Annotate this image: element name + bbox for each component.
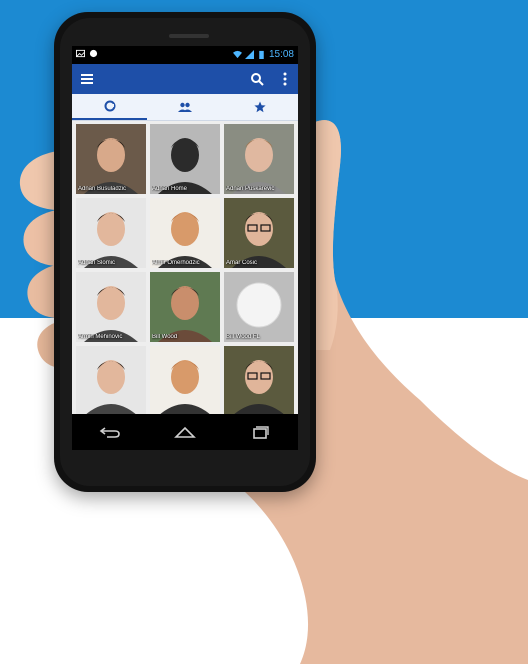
people-icon <box>177 102 192 112</box>
contact-photo <box>224 124 294 194</box>
status-right: 15:08 <box>232 49 294 60</box>
search-icon[interactable] <box>250 72 264 86</box>
tab-favorites[interactable] <box>222 94 297 120</box>
contact-tile[interactable]: Bill Wood FL <box>224 272 294 342</box>
contact-photo <box>76 124 146 194</box>
contact-photo <box>224 346 294 416</box>
recents-button[interactable] <box>247 423 273 441</box>
contact-name: Adnan Home <box>152 186 188 192</box>
contact-photo <box>76 272 146 342</box>
contact-photo <box>150 272 220 342</box>
home-icon <box>174 426 196 438</box>
status-time: 15:08 <box>268 49 294 60</box>
contact-tile[interactable]: Adnan Busuladzic <box>76 124 146 194</box>
speaker-grill <box>169 34 209 38</box>
contact-tile[interactable]: Adnan Slomic <box>76 198 146 268</box>
contact-photo <box>224 198 294 268</box>
wifi-icon <box>232 50 242 59</box>
menu-icon[interactable] <box>80 72 94 86</box>
contact-name: Bill Wood FL <box>226 334 260 340</box>
status-bar: 15:08 <box>72 46 298 64</box>
battery-icon <box>259 50 264 59</box>
contact-tile[interactable] <box>76 346 146 416</box>
signal-icon <box>244 50 254 59</box>
image-notification-icon <box>76 49 85 58</box>
tab-people[interactable] <box>147 94 222 120</box>
contact-photo <box>224 272 294 342</box>
status-left <box>76 49 98 58</box>
contact-name: Adnan Slomic <box>78 260 116 266</box>
back-icon <box>99 427 120 438</box>
star-icon <box>253 101 266 113</box>
tab-recent[interactable] <box>72 94 147 120</box>
phone-screen: 15:08 Adnan Busuladzic Adnan Home Adnan Pu… <box>72 46 298 450</box>
contact-tile[interactable]: Almir Omerhodzic <box>150 198 220 268</box>
home-button[interactable] <box>172 423 198 441</box>
contact-name: Amar Cosic <box>226 260 258 266</box>
app-bar <box>72 64 298 94</box>
contact-tile[interactable]: Armin Mehinovic <box>76 272 146 342</box>
more-vert-icon[interactable] <box>282 72 288 86</box>
sync-notification-icon <box>89 49 98 58</box>
contact-tile[interactable]: Adnan Puskarevic <box>224 124 294 194</box>
contact-tile[interactable] <box>224 346 294 416</box>
contact-photo <box>76 198 146 268</box>
contact-photo <box>150 124 220 194</box>
contact-name: Almir Omerhodzic <box>152 260 200 266</box>
tab-bar <box>72 94 298 121</box>
contact-photo <box>150 198 220 268</box>
contact-name: Bill Wood <box>152 334 178 340</box>
recent-icon <box>104 100 115 112</box>
system-nav-bar <box>72 414 298 450</box>
contact-tile[interactable]: Amar Cosic <box>224 198 294 268</box>
contact-photo <box>150 346 220 416</box>
contact-name: Adnan Puskarevic <box>226 186 275 192</box>
contact-tile[interactable] <box>150 346 220 416</box>
recents-icon <box>253 426 270 439</box>
contact-tile[interactable]: Adnan Home <box>150 124 220 194</box>
contact-photo <box>76 346 146 416</box>
back-button[interactable] <box>97 423 123 441</box>
contact-tile[interactable]: Bill Wood <box>150 272 220 342</box>
contact-name: Adnan Busuladzic <box>78 186 127 192</box>
contact-name: Armin Mehinovic <box>78 334 123 340</box>
contact-grid: Adnan Busuladzic Adnan Home Adnan Puskarev… <box>76 124 294 416</box>
